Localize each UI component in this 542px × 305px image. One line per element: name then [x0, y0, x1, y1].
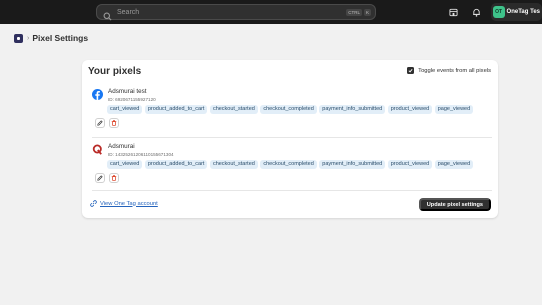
- store-icon[interactable]: [444, 2, 464, 22]
- edit-button[interactable]: [95, 172, 105, 183]
- event-tag: checkout_completed: [260, 160, 317, 169]
- delete-button[interactable]: [109, 172, 119, 183]
- event-tag: checkout_completed: [260, 105, 317, 114]
- event-tag: payment_info_submitted: [319, 160, 386, 169]
- event-tag: payment_info_submitted: [319, 105, 386, 114]
- pixels-card: Your pixels Toggle events from all pixel…: [82, 60, 498, 218]
- search-placeholder: Search: [117, 8, 140, 16]
- store-name: OneTag Tes: [506, 9, 540, 15]
- update-pixel-settings-button[interactable]: Update pixel settings: [418, 198, 491, 211]
- top-bar: Search CTRL K OT OneTag Tes: [0, 0, 542, 24]
- trash-icon: [111, 174, 117, 181]
- divider: [92, 137, 492, 138]
- trash-icon: [111, 119, 117, 126]
- event-tags: cart_viewed product_added_to_cart checko…: [107, 105, 492, 114]
- checkbox-checked-icon[interactable]: [407, 67, 415, 74]
- pixel-item: Adsmurai ID: 14325261206110155671304 car…: [92, 143, 492, 183]
- event-tag: checkout_started: [209, 160, 258, 169]
- avatar: OT: [492, 6, 505, 18]
- shortcut-key-k: K: [363, 8, 371, 16]
- breadcrumb: › Pixel Settings: [14, 33, 88, 43]
- search-bar[interactable]: Search CTRL K: [96, 4, 376, 20]
- store-switcher[interactable]: OT OneTag Tes: [490, 3, 542, 21]
- divider: [92, 190, 492, 191]
- event-tag: product_added_to_cart: [144, 105, 208, 114]
- event-tag: product_added_to_cart: [144, 160, 208, 169]
- event-tag: cart_viewed: [107, 160, 143, 169]
- view-account-link-label: View One Tag account: [100, 200, 158, 207]
- facebook-icon: [92, 89, 103, 100]
- link-icon: [90, 200, 97, 207]
- pixel-id: ID: 6920671155927120: [108, 97, 156, 102]
- pixel-name: Adsmurai test: [108, 88, 147, 95]
- event-tag: checkout_started: [209, 105, 258, 114]
- event-tag: product_viewed: [387, 160, 433, 169]
- shortcut-key-ctrl: CTRL: [346, 8, 362, 16]
- search-icon: [103, 8, 112, 20]
- event-tags: cart_viewed product_added_to_cart checko…: [107, 160, 492, 169]
- view-account-link[interactable]: View One Tag account: [90, 200, 158, 207]
- event-tag: page_viewed: [434, 160, 474, 169]
- event-tag: cart_viewed: [107, 105, 143, 114]
- event-tag: page_viewed: [434, 105, 474, 114]
- card-title: Your pixels: [88, 66, 142, 77]
- pixel-item: Adsmurai test ID: 6920671155927120 cart_…: [92, 88, 492, 128]
- app-icon[interactable]: [14, 33, 23, 43]
- chevron-right-icon: ›: [27, 34, 30, 42]
- toggle-all-label: Toggle events from all pixels: [418, 67, 491, 74]
- bell-icon[interactable]: [467, 2, 487, 22]
- pixel-name: Adsmurai: [108, 143, 135, 150]
- pencil-icon: [97, 119, 103, 126]
- event-tag: product_viewed: [387, 105, 433, 114]
- quora-icon: [92, 144, 103, 155]
- delete-button[interactable]: [109, 117, 119, 128]
- edit-button[interactable]: [95, 117, 105, 128]
- pencil-icon: [97, 174, 103, 181]
- toggle-all-events[interactable]: Toggle events from all pixels: [407, 67, 491, 74]
- page-title: Pixel Settings: [32, 33, 89, 43]
- top-bar-actions: OT OneTag Tes: [444, 0, 542, 24]
- pixel-id: ID: 14325261206110155671304: [108, 152, 174, 157]
